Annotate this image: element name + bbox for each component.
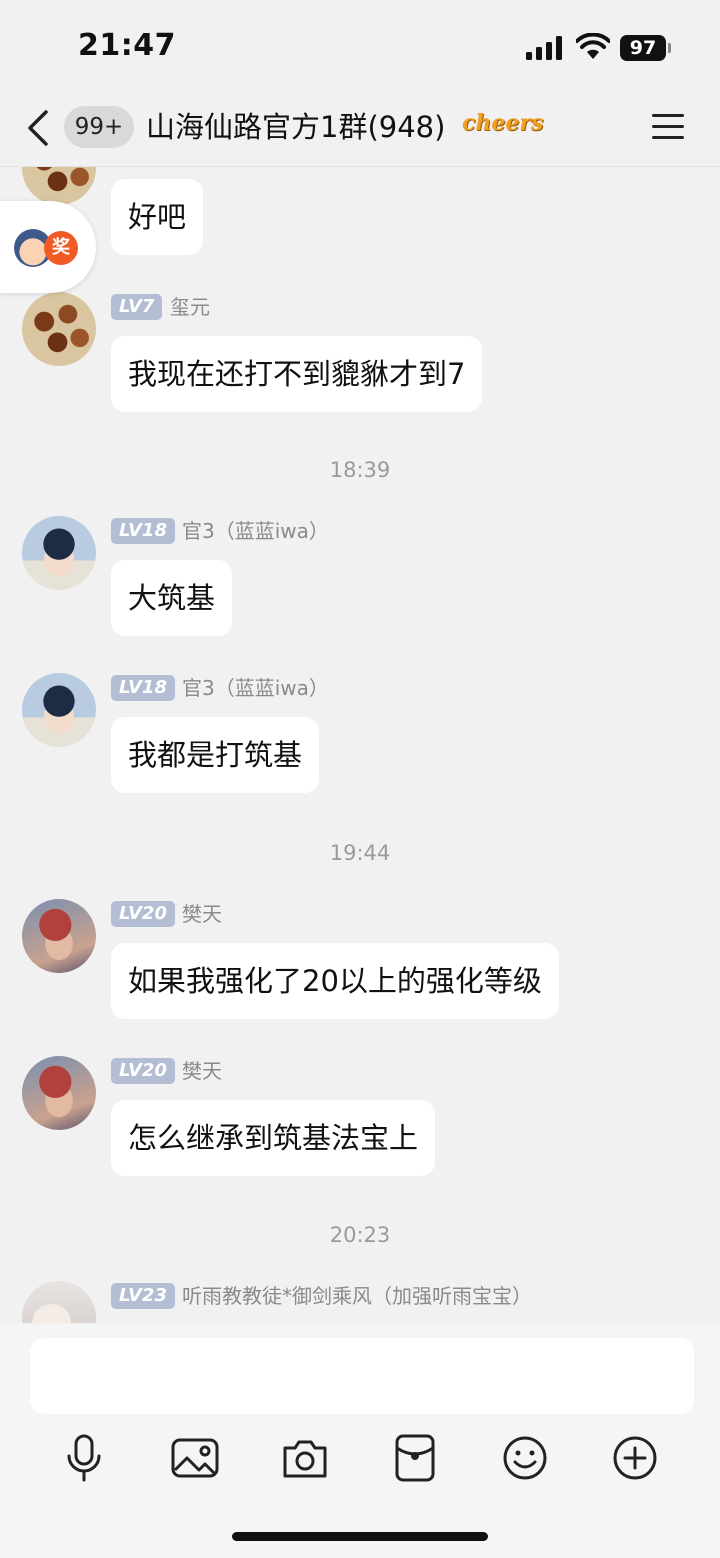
message-bubble[interactable]: 如果我强化了20以上的强化等级	[111, 943, 559, 1019]
unread-count-badge[interactable]: 99+	[64, 106, 134, 148]
chat-message-list[interactable]: 好吧 LV7 玺元 我现在还打不到貔貅才到7 18:39 LV18 官3（蓝蓝i…	[0, 167, 720, 1323]
avatar[interactable]	[22, 673, 96, 747]
image-icon[interactable]	[167, 1430, 223, 1486]
wifi-icon	[576, 33, 610, 59]
sender-name[interactable]: 官3（蓝蓝iwa）	[182, 674, 329, 702]
level-badge: LV7	[111, 294, 163, 320]
avatar[interactable]	[22, 1056, 96, 1130]
battery-icon: 97	[620, 35, 671, 61]
message-bubble[interactable]: 好吧	[111, 179, 204, 255]
avatar[interactable]	[22, 899, 96, 973]
avatar[interactable]	[22, 516, 96, 590]
status-bar: 21:47 97	[0, 0, 720, 96]
home-indicator[interactable]	[232, 1532, 488, 1541]
level-badge: LV23	[111, 1283, 175, 1309]
message-bubble[interactable]: 我现在还打不到貔貅才到7	[111, 336, 483, 412]
level-badge: LV20	[111, 901, 175, 927]
cheers-badge: cheers	[462, 110, 544, 136]
avatar[interactable]	[22, 1281, 96, 1323]
group-title[interactable]: 山海仙路官方1群(948)	[146, 106, 445, 148]
hamburger-menu-icon[interactable]	[652, 112, 684, 142]
microphone-icon[interactable]	[56, 1430, 112, 1486]
camera-icon[interactable]	[277, 1430, 333, 1486]
timestamp-separator: 20:23	[329, 1223, 391, 1247]
sender-name[interactable]: 樊天	[182, 900, 222, 928]
level-badge: LV18	[111, 518, 175, 544]
sender-name[interactable]: 樊天	[182, 1057, 222, 1085]
plus-icon[interactable]	[607, 1430, 663, 1486]
reward-badge-icon: 奖	[44, 231, 78, 265]
message-input[interactable]	[30, 1338, 694, 1414]
message-bubble[interactable]: 怎么继承到筑基法宝上	[111, 1100, 436, 1176]
level-badge: LV20	[111, 1058, 175, 1084]
chat-header: 99+ 山海仙路官方1群(948) cheers	[0, 96, 720, 167]
emoji-icon[interactable]	[497, 1430, 553, 1486]
chevron-left-icon[interactable]	[24, 108, 54, 148]
avatar[interactable]	[22, 292, 96, 366]
message-bubble[interactable]: 我都是打筑基	[111, 717, 320, 793]
battery-tip	[668, 43, 671, 53]
sender-name[interactable]: 官3（蓝蓝iwa）	[182, 517, 329, 545]
status-time: 21:47	[78, 28, 176, 63]
floating-game-widget[interactable]: 奖	[0, 201, 96, 293]
timestamp-separator: 18:39	[329, 458, 391, 482]
battery-level: 97	[620, 35, 666, 61]
signal-icon	[526, 36, 562, 60]
sender-name[interactable]: 玺元	[170, 293, 210, 321]
red-packet-icon[interactable]	[387, 1430, 443, 1486]
level-badge: LV18	[111, 675, 175, 701]
input-bar	[0, 1324, 720, 1558]
sender-name[interactable]: 听雨教教徒*御剑乘风（加强听雨宝宝）	[182, 1282, 532, 1310]
timestamp-separator: 19:44	[329, 841, 391, 865]
message-bubble[interactable]: 大筑基	[111, 560, 233, 636]
avatar[interactable]	[22, 167, 96, 205]
